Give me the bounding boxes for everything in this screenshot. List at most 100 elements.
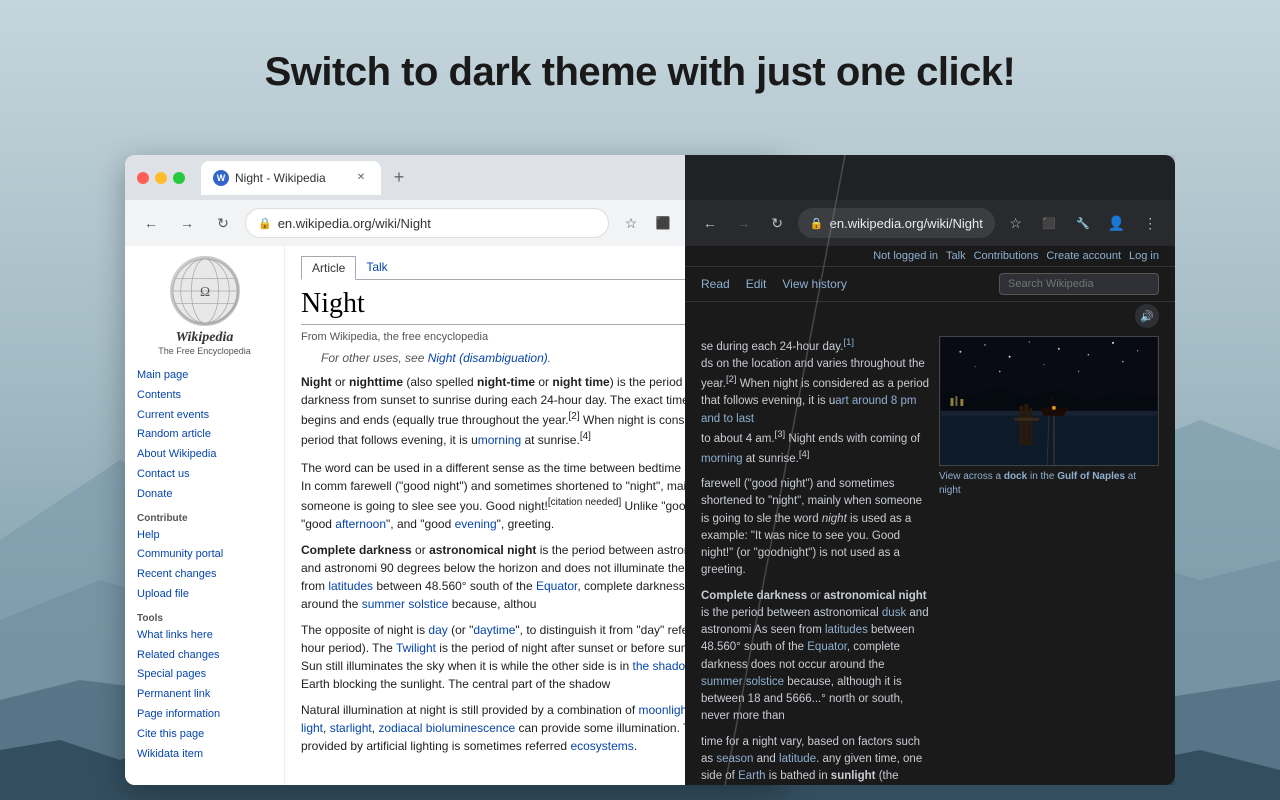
dark-menu-icon[interactable]: ⋮ xyxy=(1137,209,1163,237)
refresh-button[interactable]: ↻ xyxy=(209,209,237,237)
dark-talk-link[interactable]: Talk xyxy=(946,250,966,262)
dark-extension2-icon[interactable]: 🔧 xyxy=(1070,209,1096,237)
dark-link-eq[interactable]: Equator xyxy=(807,641,847,653)
extension1-icon[interactable]: ⬛ xyxy=(649,209,677,237)
dark-account-icon[interactable]: 👤 xyxy=(1104,209,1130,237)
sidebar-link-whatlinks[interactable]: What links here xyxy=(137,626,272,646)
link-evening[interactable]: evening xyxy=(455,517,497,531)
dark-image-caption: View across a dock in the Gulf of Naples… xyxy=(939,470,1159,498)
sidebar-link-help[interactable]: Help xyxy=(137,526,272,546)
sidebar-link-current[interactable]: Current events xyxy=(137,406,272,426)
dark-wiki-topbar: Not logged in Talk Contributions Create … xyxy=(685,246,1175,267)
dark-browser-side: ← → ↻ 🔒 en.wikipedia.org/wiki/Night ☆ ⬛ … xyxy=(685,155,1175,785)
tools-label: Tools xyxy=(137,613,272,624)
link-morning[interactable]: morning xyxy=(478,433,521,447)
wiki-globe: Ω xyxy=(170,256,240,326)
sidebar-navigation: Main page Contents Current events Random… xyxy=(137,366,272,505)
sidebar-link-related[interactable]: Related changes xyxy=(137,646,272,666)
wiki-logo-area: Ω Wikipedia The Free Encyclopedia xyxy=(137,256,272,356)
dark-back-button[interactable]: ← xyxy=(697,209,723,237)
link-ecosystems[interactable]: ecosystems xyxy=(570,739,633,753)
dark-tab-read[interactable]: Read xyxy=(701,277,730,291)
link-day[interactable]: day xyxy=(428,623,447,637)
link-daytime[interactable]: daytime xyxy=(473,623,515,637)
browser-tab[interactable]: W Night - Wikipedia ✕ xyxy=(201,161,381,195)
dark-extension1-icon[interactable]: ⬛ xyxy=(1036,209,1062,237)
dark-bookmark-icon[interactable]: ☆ xyxy=(1003,209,1029,237)
tab-favicon: W xyxy=(213,170,229,186)
dark-link-lat[interactable]: latitudes xyxy=(825,624,868,636)
wiki-tagline: The Free Encyclopedia xyxy=(137,346,272,356)
tab-talk[interactable]: Talk xyxy=(356,256,397,279)
lock-icon: 🔒 xyxy=(258,217,272,230)
sidebar-link-pageinfo[interactable]: Page information xyxy=(137,705,272,725)
back-button[interactable]: ← xyxy=(137,209,165,237)
sidebar-link-permanent[interactable]: Permanent link xyxy=(137,685,272,705)
link-latitudes[interactable]: latitudes xyxy=(328,579,373,593)
link-zodiacal[interactable]: zodiacal xyxy=(378,721,422,735)
link-afternoon[interactable]: afternoon xyxy=(335,517,386,531)
link-shadow[interactable]: the shadow xyxy=(632,659,693,673)
dark-lock-icon: 🔒 xyxy=(810,217,824,230)
link-twilight[interactable]: Twilight xyxy=(396,641,436,655)
minimize-button[interactable] xyxy=(155,172,167,184)
browser-window: W Night - Wikipedia ✕ + ← → ↻ 🔒 en.wikip… xyxy=(125,155,1175,785)
contribute-label: Contribute xyxy=(137,513,272,524)
dark-link-sol[interactable]: summer solstice xyxy=(701,676,784,688)
close-button[interactable] xyxy=(137,172,149,184)
link-solstice[interactable]: summer solstice xyxy=(362,597,449,611)
sidebar-link-contact[interactable]: Contact us xyxy=(137,465,272,485)
url-text: en.wikipedia.org/wiki/Night xyxy=(278,216,431,231)
bookmark-icon[interactable]: ☆ xyxy=(617,209,645,237)
headline: Switch to dark theme with just one click… xyxy=(0,50,1280,95)
dark-refresh-button[interactable]: ↻ xyxy=(764,209,790,237)
tab-close-button[interactable]: ✕ xyxy=(353,170,369,186)
dark-side-inner: ← → ↻ 🔒 en.wikipedia.org/wiki/Night ☆ ⬛ … xyxy=(685,155,1175,785)
dark-not-logged-in: Not logged in xyxy=(873,250,938,262)
dark-link-earth[interactable]: Earth xyxy=(738,770,766,782)
dark-link-1[interactable]: art around 8 pm and to last xyxy=(701,395,916,424)
sidebar-link-contents[interactable]: Contents xyxy=(137,386,272,406)
dark-tab-history[interactable]: View history xyxy=(782,277,846,291)
contribute-nav: Help Community portal Recent changes Upl… xyxy=(137,526,272,605)
new-tab-button[interactable]: + xyxy=(385,164,413,192)
dark-link-season[interactable]: season xyxy=(716,753,753,765)
dark-search-input[interactable] xyxy=(999,273,1159,295)
sidebar-link-recent[interactable]: Recent changes xyxy=(137,565,272,585)
maximize-button[interactable] xyxy=(173,172,185,184)
link-bioluminescence[interactable]: bioluminescence xyxy=(426,721,515,735)
dark-link-dusk[interactable]: dusk xyxy=(882,607,906,619)
dark-login-link[interactable]: Log in xyxy=(1129,250,1159,262)
wiki-sidebar: Ω Wikipedia The Free Encyclopedia Main p… xyxy=(125,246,285,785)
dark-image-box: View across a dock in the Gulf of Naples… xyxy=(939,336,1159,785)
address-bar[interactable]: 🔒 en.wikipedia.org/wiki/Night xyxy=(245,208,609,238)
sidebar-link-about[interactable]: About Wikipedia xyxy=(137,445,272,465)
dark-speaker-area: 🔊 xyxy=(685,302,1175,328)
disambiguation-link[interactable]: Night (disambiguation) xyxy=(428,351,548,365)
dark-create-account-link[interactable]: Create account xyxy=(1046,250,1121,262)
sidebar-link-upload[interactable]: Upload file xyxy=(137,585,272,605)
link-equator[interactable]: Equator xyxy=(536,579,577,593)
dark-article-text: se during each 24-hour day.[1]ds on the … xyxy=(701,336,929,785)
sidebar-link-main[interactable]: Main page xyxy=(137,366,272,386)
sidebar-link-cite[interactable]: Cite this page xyxy=(137,725,272,745)
sidebar-link-wikidata[interactable]: Wikidata item xyxy=(137,745,272,765)
link-moonlight[interactable]: moonlight xyxy=(639,703,691,717)
dark-wiki-body: se during each 24-hour day.[1]ds on the … xyxy=(685,328,1175,785)
wiki-wordmark: Wikipedia xyxy=(137,330,272,346)
tab-article[interactable]: Article xyxy=(301,256,356,280)
sidebar-link-donate[interactable]: Donate xyxy=(137,485,272,505)
dark-contributions-link[interactable]: Contributions xyxy=(974,250,1039,262)
link-starlight[interactable]: starlight xyxy=(330,721,372,735)
forward-button[interactable]: → xyxy=(173,209,201,237)
sidebar-link-special[interactable]: Special pages xyxy=(137,665,272,685)
dark-link-lat2[interactable]: latitude xyxy=(779,753,816,765)
sidebar-link-community[interactable]: Community portal xyxy=(137,545,272,565)
dark-forward-button[interactable]: → xyxy=(731,209,757,237)
dark-address-bar[interactable]: 🔒 en.wikipedia.org/wiki/Night xyxy=(798,208,995,238)
dark-link-morning[interactable]: morning xyxy=(701,453,743,465)
speaker-icon[interactable]: 🔊 xyxy=(1135,304,1159,328)
dark-wiki-content: Not logged in Talk Contributions Create … xyxy=(685,246,1175,785)
sidebar-link-random[interactable]: Random article xyxy=(137,425,272,445)
dark-tab-edit[interactable]: Edit xyxy=(746,277,767,291)
